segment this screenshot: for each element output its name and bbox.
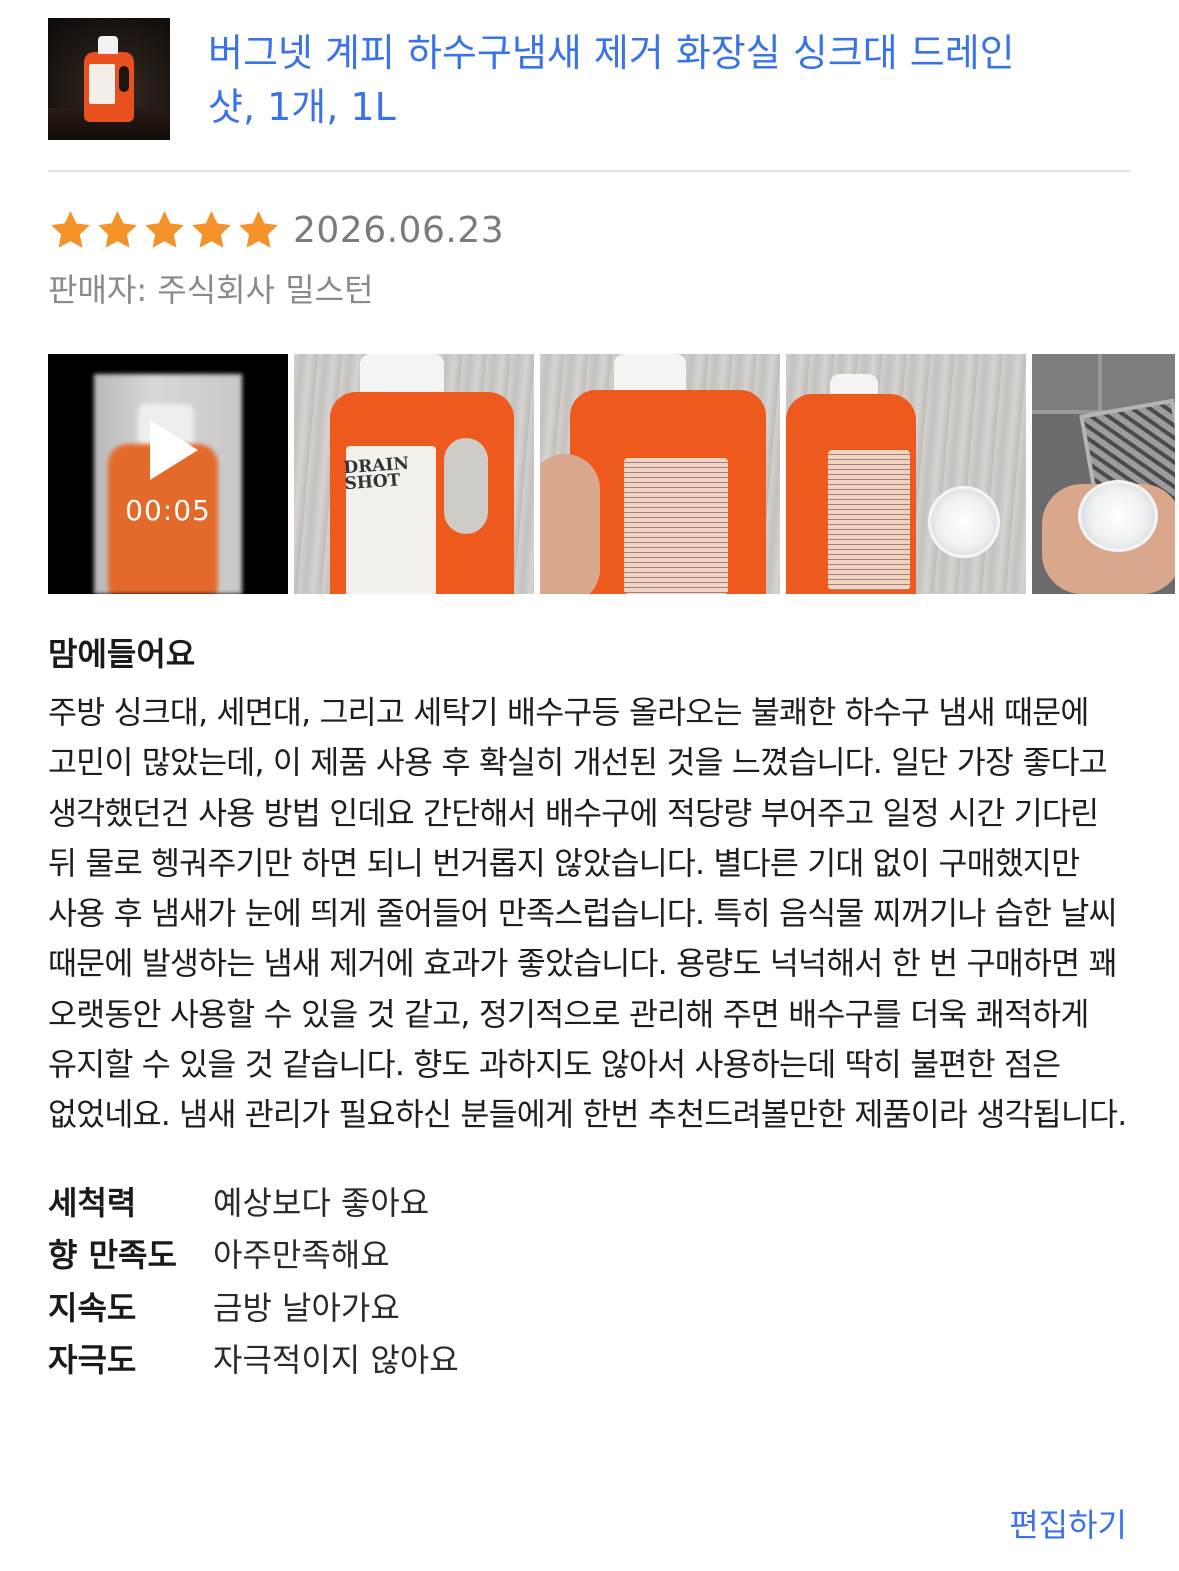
attribute-row: 세척력 예상보다 좋아요	[48, 1175, 1131, 1228]
star-icon	[48, 208, 93, 253]
star-icon	[142, 208, 187, 253]
attribute-value: 자극적이지 않아요	[213, 1341, 459, 1380]
product-header: 버그넷 계피 하수구냄새 제거 화장실 싱크대 드레인샷, 1개, 1L	[48, 0, 1131, 168]
play-icon[interactable]	[150, 420, 198, 480]
attribute-name: 세척력	[48, 1183, 137, 1222]
review-media-strip: 00:05 DRAIN SHOT	[48, 354, 1179, 594]
attribute-row: 지속도 금방 날아가요	[48, 1280, 1131, 1333]
attribute-value: 예상보다 좋아요	[213, 1183, 430, 1222]
star-rating	[48, 208, 281, 253]
star-icon	[189, 208, 234, 253]
attribute-row: 자극도 자극적이지 않아요	[48, 1332, 1131, 1385]
review-page: 버그넷 계피 하수구냄새 제거 화장실 싱크대 드레인샷, 1개, 1L 202…	[0, 0, 1179, 1571]
star-icon	[236, 208, 281, 253]
divider	[48, 170, 1131, 172]
review-headline: 맘에들어요	[48, 635, 196, 673]
review-photo[interactable]	[1032, 354, 1175, 594]
review-date: 2026.06.23	[293, 209, 505, 251]
attribute-row: 향 만족도 아주만족해요	[48, 1227, 1131, 1280]
star-icon	[95, 208, 140, 253]
review-video-thumbnail[interactable]: 00:05	[48, 354, 288, 594]
edit-review-button[interactable]: 편집하기	[1009, 1500, 1127, 1546]
attribute-name: 지속도	[48, 1288, 137, 1327]
photo-label-line: SHOT	[343, 470, 402, 495]
review-body: 주방 싱크대, 세면대, 그리고 세탁기 배수구등 올라오는 불쾌한 하수구 냄…	[48, 695, 1127, 1134]
attribute-value: 금방 날아가요	[213, 1288, 400, 1327]
attribute-value: 아주만족해요	[213, 1236, 390, 1275]
product-thumbnail[interactable]	[48, 18, 170, 140]
review-photo[interactable]	[540, 354, 780, 594]
review-photo[interactable]: DRAIN SHOT	[294, 354, 534, 594]
review-photo[interactable]	[786, 354, 1026, 594]
attribute-name: 자극도	[48, 1341, 137, 1380]
attribute-name: 향 만족도	[48, 1236, 177, 1275]
rating-row: 2026.06.23	[48, 206, 1131, 254]
product-title-link[interactable]: 버그넷 계피 하수구냄새 제거 화장실 싱크대 드레인샷, 1개, 1L	[208, 26, 1048, 134]
video-duration: 00:05	[125, 494, 211, 527]
seller-name: 판매자: 주식회사 밀스턴	[48, 271, 374, 309]
review-attributes: 세척력 예상보다 좋아요 향 만족도 아주만족해요 지속도 금방 날아가요 자극…	[48, 1175, 1131, 1385]
